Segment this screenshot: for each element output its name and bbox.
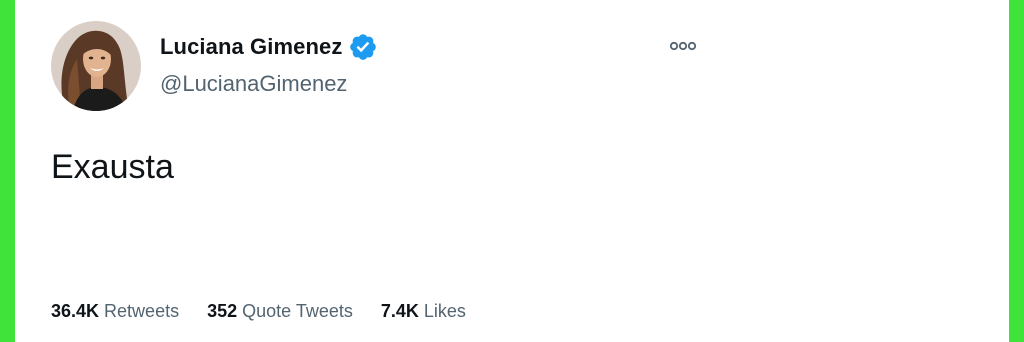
likes-stat[interactable]: 7.4K Likes bbox=[381, 301, 466, 322]
green-frame-right bbox=[1009, 0, 1024, 342]
green-frame-left bbox=[0, 0, 15, 342]
display-name[interactable]: Luciana Gimenez bbox=[160, 34, 342, 60]
avatar[interactable] bbox=[51, 21, 141, 111]
tweet-text: Exausta bbox=[51, 148, 174, 186]
more-options-icon[interactable] bbox=[663, 36, 703, 56]
retweets-count: 36.4K bbox=[51, 301, 100, 321]
author-name-row: Luciana Gimenez bbox=[160, 32, 378, 62]
retweets-label: Retweets bbox=[104, 301, 180, 321]
quote-tweets-label: Quote Tweets bbox=[242, 301, 353, 321]
tweet-card: Luciana Gimenez @LucianaGimenez Exausta … bbox=[15, 0, 1009, 342]
tweet-stats: 36.4K Retweets 352 Quote Tweets 7.4K Lik… bbox=[51, 301, 494, 322]
likes-count: 7.4K bbox=[380, 301, 419, 321]
likes-label: Likes bbox=[423, 301, 466, 321]
author-handle[interactable]: @LucianaGimenez bbox=[160, 71, 347, 97]
quote-tweets-stat[interactable]: 352 Quote Tweets bbox=[207, 301, 353, 322]
verified-badge-icon bbox=[348, 32, 378, 62]
profile-photo-image bbox=[51, 21, 141, 111]
quote-tweets-count: 352 bbox=[207, 301, 238, 321]
retweets-stat[interactable]: 36.4K Retweets bbox=[51, 301, 179, 322]
